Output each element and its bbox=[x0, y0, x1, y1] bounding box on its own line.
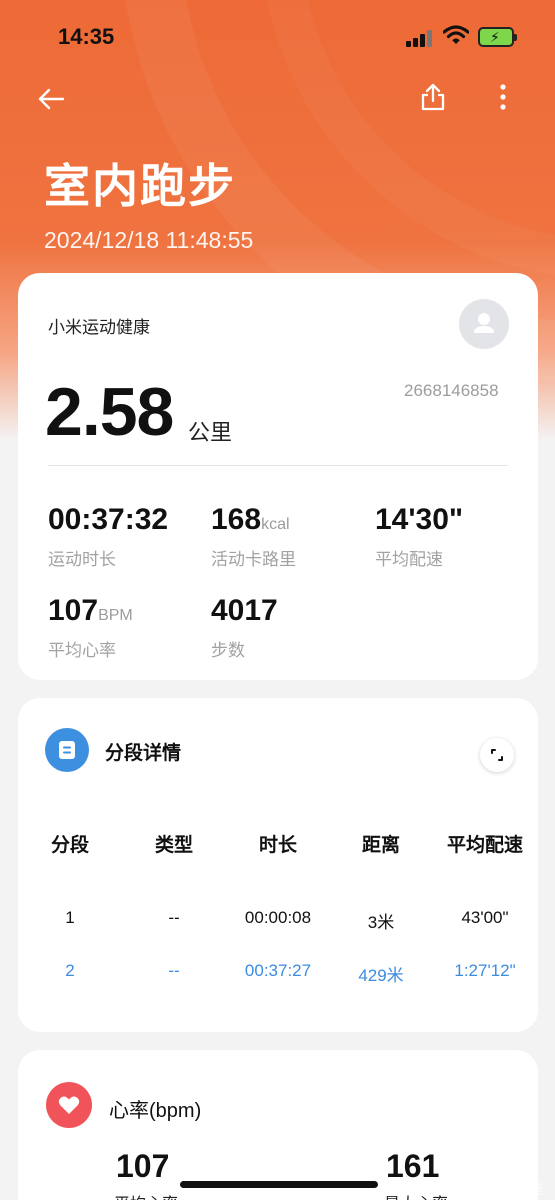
max-heart-rate-value: 161 bbox=[386, 1148, 440, 1184]
stat-value: 168 bbox=[211, 503, 262, 536]
stat-calories: 168kcal 活动卡路里 bbox=[211, 503, 296, 570]
expand-button[interactable] bbox=[480, 738, 514, 772]
cell-type: -- bbox=[168, 908, 180, 927]
stat-avg-pace: 14'30" 平均配速 bbox=[375, 503, 463, 570]
distance-value: 2.58 bbox=[45, 374, 174, 450]
cell-duration: 00:00:08 bbox=[244, 908, 312, 927]
heart-icon bbox=[46, 1082, 92, 1128]
cell-duration: 00:37:27 bbox=[244, 961, 312, 980]
segments-title: 分段详情 bbox=[105, 743, 182, 764]
col-header-type: 类型 bbox=[154, 835, 193, 856]
heart-rate-title: 心率(bpm) bbox=[109, 1100, 202, 1122]
home-indicator[interactable] bbox=[180, 1181, 378, 1188]
avg-heart-rate-value: 107 bbox=[116, 1148, 170, 1184]
col-header-duration: 时长 bbox=[258, 835, 297, 856]
stat-value: 107 bbox=[48, 594, 99, 627]
watermark: @-流坚 bbox=[500, 1182, 544, 1197]
wifi-icon bbox=[443, 25, 469, 44]
stat-label: 活动卡路里 bbox=[211, 550, 296, 569]
stat-label: 平均配速 bbox=[375, 550, 443, 569]
workout-datetime: 2024/12/18 11:48:55 bbox=[44, 227, 254, 253]
battery-icon: ⚡ bbox=[478, 27, 517, 47]
distance-unit: 公里 bbox=[188, 420, 233, 445]
share-icon[interactable] bbox=[419, 82, 447, 112]
status-bar: 14:35 ⚡ bbox=[0, 0, 555, 72]
stat-avg-heart-rate: 107BPM 平均心率 bbox=[48, 594, 133, 661]
summary-card: 小米运动健康 2.58 公里 2668146858 00:37:32 运动时长 … bbox=[18, 273, 538, 680]
page-title: 室内跑步 bbox=[44, 160, 236, 212]
more-menu-icon[interactable] bbox=[492, 82, 514, 112]
user-icon bbox=[474, 313, 494, 333]
col-header-segment: 分段 bbox=[50, 835, 89, 856]
stat-label: 运动时长 bbox=[48, 550, 116, 569]
cell-distance: 429米 bbox=[358, 966, 404, 985]
avatar[interactable] bbox=[459, 299, 509, 349]
max-heart-rate-label: 最大心率 bbox=[384, 1190, 448, 1200]
cell-segment: 1 bbox=[65, 908, 75, 927]
user-id: 2668146858 bbox=[404, 381, 499, 400]
cell-segment: 2 bbox=[65, 961, 75, 980]
stat-duration: 00:37:32 运动时长 bbox=[48, 503, 168, 570]
stat-steps: 4017 步数 bbox=[211, 594, 278, 661]
expand-icon bbox=[491, 749, 503, 761]
stat-value: 00:37:32 bbox=[48, 503, 169, 536]
stat-unit: BPM bbox=[98, 607, 133, 624]
cell-type: -- bbox=[168, 961, 180, 980]
heart-rate-card: 心率(bpm) 107 平均心率 161 最大心率 bbox=[18, 1050, 538, 1200]
stat-unit: kcal bbox=[261, 516, 290, 533]
divider bbox=[48, 465, 508, 466]
status-time: 14:35 bbox=[58, 24, 115, 49]
back-arrow-icon[interactable] bbox=[36, 84, 66, 114]
segments-card: 分段详情 分段 类型 时长 距离 平均配速 1 -- 00:00:08 3米 4… bbox=[18, 698, 538, 1032]
stat-label: 平均心率 bbox=[48, 641, 116, 660]
stat-label: 步数 bbox=[211, 641, 245, 660]
signal-icon bbox=[406, 29, 434, 47]
stat-value: 4017 bbox=[211, 594, 278, 627]
stat-value: 14'30" bbox=[375, 503, 464, 536]
cell-avg-pace: 1:27'12" bbox=[454, 961, 516, 980]
col-header-avg-pace: 平均配速 bbox=[446, 835, 523, 856]
avg-heart-rate-label: 平均心率 bbox=[114, 1190, 178, 1200]
data-source-label: 小米运动健康 bbox=[48, 318, 150, 337]
cell-distance: 3米 bbox=[367, 913, 395, 932]
cell-avg-pace: 43'00" bbox=[461, 908, 509, 927]
col-header-distance: 距离 bbox=[361, 835, 400, 856]
segment-list-icon bbox=[45, 728, 89, 772]
